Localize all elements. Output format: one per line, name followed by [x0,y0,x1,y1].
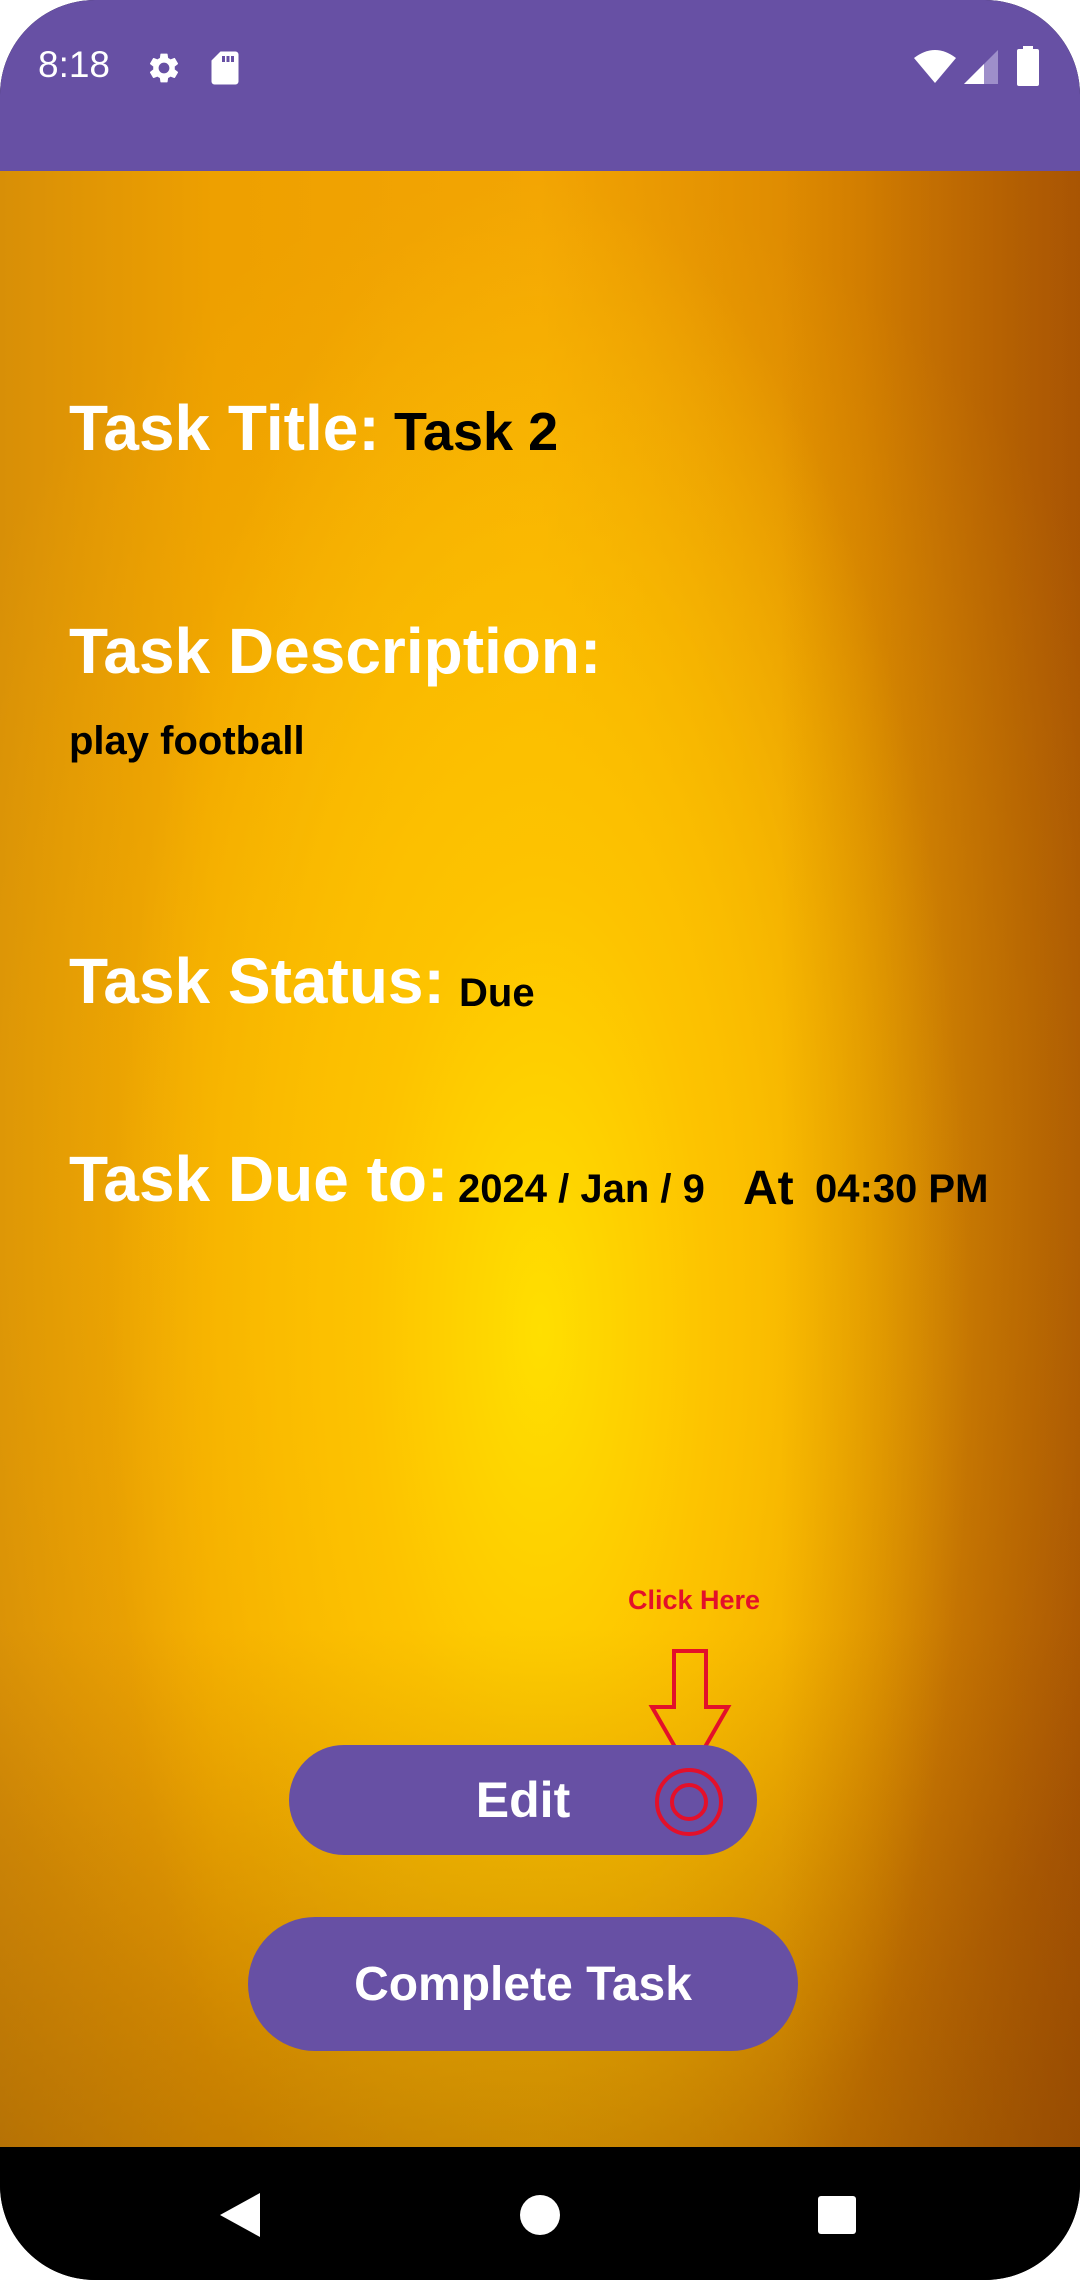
edit-button-label: Edit [475,1772,571,1828]
task-status-value: Due [459,971,535,1015]
complete-task-button[interactable]: Complete Task [248,1917,798,2051]
click-here-hint: Click Here [628,1585,761,1615]
task-due-at: At [743,1162,794,1215]
task-title-value: Task 2 [394,402,559,462]
navigation-bar [0,2147,1080,2280]
task-description-label: Task Description: [69,615,602,687]
recents-icon[interactable] [818,2196,856,2234]
complete-task-button-label: Complete Task [354,1957,692,2011]
task-status-label: Task Status: [69,945,445,1017]
battery-icon [1017,46,1039,86]
phone-screen: 8:18 Task Title: Task 2 Task Description… [0,0,1080,2280]
target-ring-icon [655,1768,723,1836]
status-time: 8:18 [38,44,111,85]
home-icon[interactable] [520,2195,560,2235]
status-bar: 8:18 [0,0,1080,171]
task-due-date: 2024 / Jan / 9 [458,1167,705,1211]
task-description-value: play football [69,719,305,763]
wifi-icon [914,50,956,83]
sd-card-icon [211,51,239,85]
back-icon[interactable] [220,2193,260,2237]
task-due-label: Task Due to: [69,1143,449,1215]
task-due-time: 04:30 PM [815,1167,989,1211]
task-detail-content: Task Title: Task 2 Task Description: pla… [0,171,1080,2147]
gear-icon [149,53,179,83]
cellular-signal-icon [964,50,998,84]
task-title-label: Task Title: [69,392,380,464]
